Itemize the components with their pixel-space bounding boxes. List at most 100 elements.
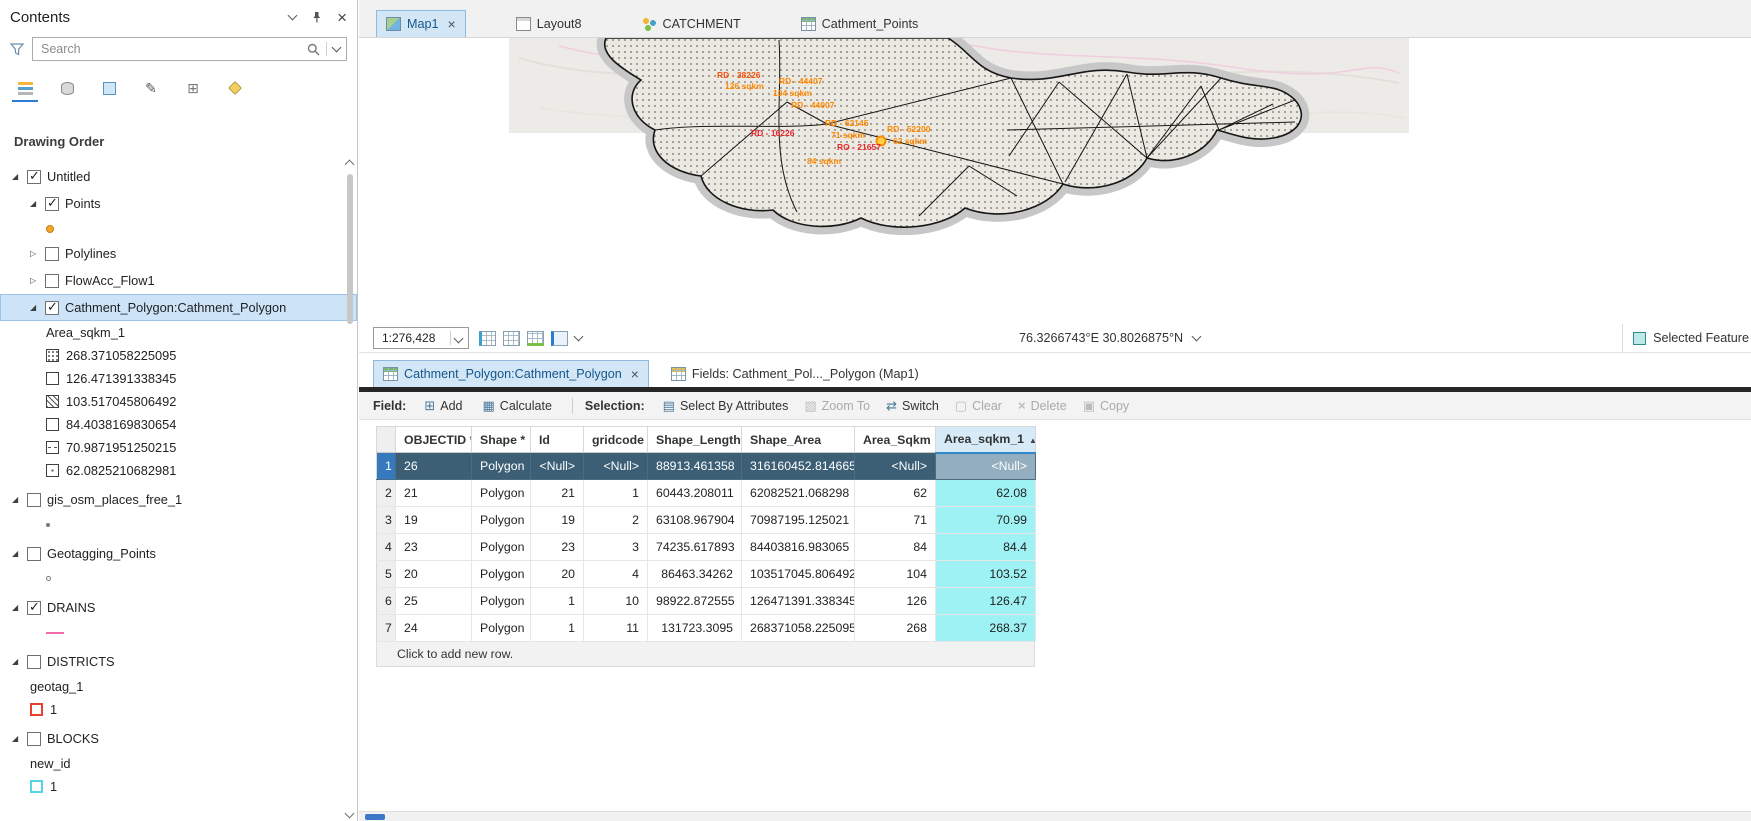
table-row[interactable]: 2 21 Polygon 21 1 60443.208011 62082521.… <box>377 480 1036 507</box>
tree-row[interactable]: 103.517045806492 <box>0 390 357 413</box>
expand-arrow-icon[interactable]: ▷ <box>30 276 45 285</box>
close-panel-icon[interactable]: × <box>337 9 347 26</box>
column-header-id[interactable]: Id <box>531 427 584 453</box>
column-header-gridcode[interactable]: gridcode <box>584 427 648 453</box>
scroll-up-icon[interactable] <box>345 160 355 170</box>
cell-shape-length[interactable]: 74235.617893 <box>648 534 742 561</box>
tree-row[interactable]: ◢ gis_osm_places_free_1 <box>0 486 357 513</box>
expand-arrow-icon[interactable]: ▷ <box>30 249 45 258</box>
pin-icon[interactable] <box>310 11 323 24</box>
calculate-field-button[interactable]: Calculate <box>475 396 560 416</box>
column-header-objectid[interactable]: OBJECTID * <box>396 427 472 453</box>
tree-row[interactable] <box>0 567 357 590</box>
cell-shape-length[interactable]: 131723.3095 <box>648 615 742 642</box>
cell-area-sqkm[interactable]: 126 <box>855 588 936 615</box>
auto-refresh-icon[interactable] <box>527 331 544 346</box>
filter-icon[interactable] <box>10 43 24 56</box>
scale-dropdown-icon[interactable] <box>454 333 464 343</box>
tree-row[interactable]: 70.9871951250215 <box>0 436 357 459</box>
tree-row[interactable]: ▷ FlowAcc_Flow1 <box>0 267 357 294</box>
tree-row[interactable]: ▷ Polylines <box>0 240 357 267</box>
tab-catchment[interactable]: CATCHMENT <box>632 10 751 37</box>
cell-id[interactable]: 23 <box>531 534 584 561</box>
cell-shape[interactable]: Polygon <box>472 507 531 534</box>
cell-shape-area[interactable]: 84403816.983065 <box>742 534 855 561</box>
tree-row[interactable]: Area_sqkm_1 <box>0 321 357 344</box>
scale-input[interactable] <box>374 330 450 346</box>
tab-map1[interactable]: Map1 <box>376 10 466 37</box>
add-new-row[interactable]: Click to add new row. <box>376 642 1035 667</box>
cell-objectid[interactable]: 19 <box>396 507 472 534</box>
search-dropdown-icon[interactable] <box>332 43 342 53</box>
list-by-labeling-button[interactable] <box>222 76 248 102</box>
cell-id[interactable]: 1 <box>531 615 584 642</box>
layer-checkbox[interactable] <box>27 493 41 507</box>
search-input[interactable] <box>39 41 301 57</box>
cell-gridcode[interactable]: 10 <box>584 588 648 615</box>
zoom-to-button[interactable]: Zoom To <box>796 396 878 416</box>
tree-row[interactable] <box>0 621 357 644</box>
cell-area-sqkm-1[interactable]: 84.4 <box>936 534 1036 561</box>
tree-row[interactable]: geotag_1 <box>0 675 357 698</box>
table-row[interactable]: 5 20 Polygon 20 4 86463.34262 103517045.… <box>377 561 1036 588</box>
cell-shape[interactable]: Polygon <box>472 534 531 561</box>
horizontal-scrollbar[interactable] <box>359 811 1751 821</box>
tree-row[interactable]: 1 <box>0 698 357 721</box>
cell-id[interactable]: <Null> <box>531 453 584 480</box>
chevron-down-icon[interactable] <box>288 11 298 21</box>
scrollbar-thumb[interactable] <box>347 174 353 324</box>
cell-area-sqkm[interactable]: 268 <box>855 615 936 642</box>
tree-row[interactable]: ◢ DRAINS <box>0 594 357 621</box>
scrollbar-thumb[interactable] <box>365 814 385 820</box>
snapping-toggle-icon[interactable] <box>479 331 496 346</box>
expand-arrow-icon[interactable]: ◢ <box>12 495 27 504</box>
close-tab-icon[interactable] <box>448 17 456 31</box>
cell-area-sqkm-1[interactable]: 62.08 <box>936 480 1036 507</box>
cell-id[interactable]: 21 <box>531 480 584 507</box>
cell-objectid[interactable]: 24 <box>396 615 472 642</box>
row-number[interactable]: 7 <box>377 615 396 642</box>
table-row[interactable]: 6 25 Polygon 1 10 98922.872555 126471391… <box>377 588 1036 615</box>
close-tab-icon[interactable] <box>631 367 639 381</box>
cell-area-sqkm-1[interactable]: 70.99 <box>936 507 1036 534</box>
table-row[interactable]: 1 26 Polygon <Null> <Null> 88913.461358 … <box>377 453 1036 480</box>
layer-checkbox[interactable] <box>27 655 41 669</box>
layer-checkbox[interactable] <box>45 274 59 288</box>
tab-layout8[interactable]: Layout8 <box>506 10 592 37</box>
cell-area-sqkm[interactable]: 84 <box>855 534 936 561</box>
cell-gridcode[interactable]: 1 <box>584 480 648 507</box>
tree-row[interactable]: ◢ BLOCKS <box>0 725 357 752</box>
scale-combobox[interactable] <box>373 327 469 349</box>
table-row[interactable]: 7 24 Polygon 1 11 131723.3095 268371058.… <box>377 615 1036 642</box>
copy-button[interactable]: Copy <box>1075 396 1137 416</box>
cell-area-sqkm-1[interactable]: 126.47 <box>936 588 1036 615</box>
layer-checkbox[interactable] <box>27 732 41 746</box>
cell-gridcode[interactable]: 11 <box>584 615 648 642</box>
expand-arrow-icon[interactable]: ◢ <box>30 303 45 312</box>
layer-checkbox[interactable] <box>27 547 41 561</box>
cell-area-sqkm-1[interactable]: 268.37 <box>936 615 1036 642</box>
select-by-attributes-button[interactable]: Select By Attributes <box>655 396 797 416</box>
cell-gridcode[interactable]: 2 <box>584 507 648 534</box>
cell-gridcode[interactable]: 4 <box>584 561 648 588</box>
map-canvas[interactable]: RD - 38226126 sqkmRD - 44407104 sqkmRD -… <box>359 38 1751 324</box>
cell-area-sqkm-1[interactable]: 103.52 <box>936 561 1036 588</box>
layer-checkbox[interactable] <box>27 170 41 184</box>
cell-shape[interactable]: Polygon <box>472 480 531 507</box>
tree-row[interactable]: 268.371058225095 <box>0 344 357 367</box>
tab-fields-view[interactable]: Fields: Cathment_Pol..._Polygon (Map1) <box>661 360 929 387</box>
tab-cathment-points[interactable]: Cathment_Points <box>791 10 929 37</box>
tree-row[interactable]: 1 <box>0 775 357 798</box>
cell-shape-area[interactable]: 103517045.806492 <box>742 561 855 588</box>
cell-shape-area[interactable]: 62082521.068298 <box>742 480 855 507</box>
cell-shape[interactable]: Polygon <box>472 561 531 588</box>
cell-shape-area[interactable]: 70987195.125021 <box>742 507 855 534</box>
column-header-shape-area[interactable]: Shape_Area <box>742 427 855 453</box>
map-view[interactable]: RD - 38226126 sqkmRD - 44407104 sqkmRD -… <box>359 38 1751 324</box>
tree-row[interactable] <box>0 217 357 240</box>
split-view-icon[interactable] <box>551 331 568 346</box>
cell-objectid[interactable]: 25 <box>396 588 472 615</box>
cell-objectid[interactable]: 23 <box>396 534 472 561</box>
tree-row[interactable]: ◢ Untitled <box>0 163 357 190</box>
cell-shape-length[interactable]: 86463.34262 <box>648 561 742 588</box>
